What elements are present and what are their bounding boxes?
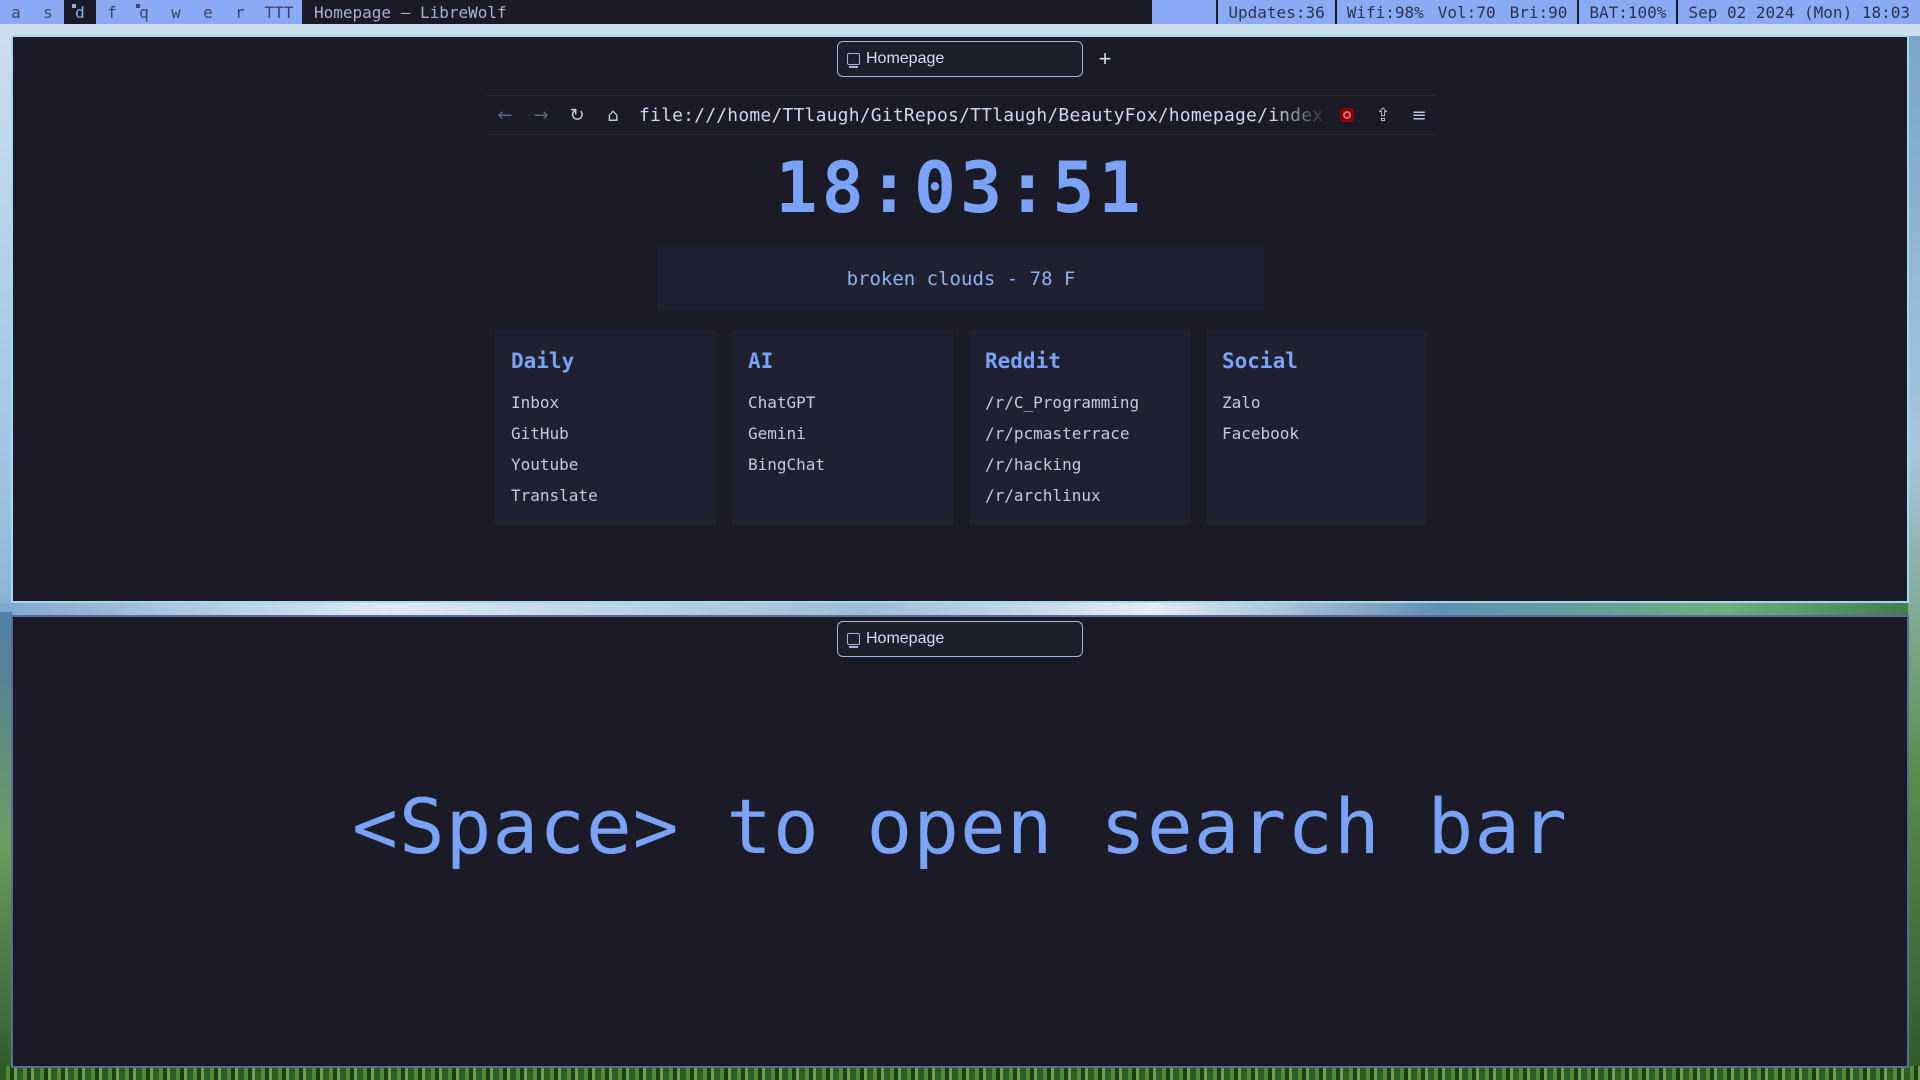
tab-strip-secondary: Homepage xyxy=(13,617,1907,661)
home-icon[interactable]: ⌂ xyxy=(595,97,631,133)
bookmark-link[interactable]: Facebook xyxy=(1222,418,1411,449)
tab-strip: Homepage + xyxy=(13,37,1907,81)
battery-module: BAT:100% xyxy=(1577,0,1676,24)
bookmark-link[interactable]: /r/pcmasterrace xyxy=(985,418,1174,449)
workspace-e[interactable]: e xyxy=(192,0,224,24)
wallpaper-grass xyxy=(0,1066,1920,1080)
bookmark-link[interactable]: Inbox xyxy=(511,387,700,418)
occupied-dot-icon xyxy=(136,4,140,8)
navigation-bar: ← → ↻ ⌂ file:///home/TTlaugh/GitRepos/TT… xyxy=(487,95,1437,135)
card-title: Daily xyxy=(511,349,575,373)
reload-icon[interactable]: ↻ xyxy=(559,97,595,133)
bookmark-cards: Daily Inbox GitHub Youtube Translate AI ChatGP… xyxy=(495,329,1427,525)
bookmark-link[interactable]: Zalo xyxy=(1222,387,1411,418)
status-modules: Updates:36 Wifi:98% Vol:70 Bri:90 BAT:10… xyxy=(1216,0,1920,24)
card-title: Reddit xyxy=(985,349,1061,373)
workspace-label: s xyxy=(43,2,53,22)
occupied-dot-icon xyxy=(72,4,76,8)
browser-window-main[interactable]: Homepage + ← → ↻ ⌂ file:///home/TTlaugh/… xyxy=(11,35,1909,603)
system-module[interactable]: Wifi:98% Vol:70 Bri:90 xyxy=(1334,0,1578,24)
tab-label: Homepage xyxy=(866,50,945,67)
extensions-icon[interactable]: ⇪ xyxy=(1365,97,1401,133)
page-icon xyxy=(847,53,860,68)
workspace-label: f xyxy=(107,2,117,22)
weather-widget: broken clouds - 78 F xyxy=(658,247,1264,311)
card-daily: Daily Inbox GitHub Youtube Translate xyxy=(495,329,716,525)
workspace-label: a xyxy=(11,2,21,22)
workspace-label: r xyxy=(235,2,245,22)
workspace-label: e xyxy=(203,2,213,22)
active-window-title: Homepage — LibreWolf xyxy=(302,0,1152,24)
wifi-label: Wifi:98% xyxy=(1346,2,1424,22)
workspace-q[interactable]: q xyxy=(128,0,160,24)
bookmark-link[interactable]: /r/archlinux xyxy=(985,480,1174,511)
bookmark-link[interactable]: /r/hacking xyxy=(985,449,1174,480)
tab-homepage-secondary[interactable]: Homepage xyxy=(837,621,1083,657)
tab-label: Homepage xyxy=(866,630,945,647)
clock-display: 18:03:51 xyxy=(775,147,1145,229)
workspace-f[interactable]: f xyxy=(96,0,128,24)
workspace-a[interactable]: a xyxy=(0,0,32,24)
status-bar: a s d f q w e r TTT Homepage — LibreWolf Updates… xyxy=(0,0,1920,24)
bookmark-link[interactable]: /r/C_Programming xyxy=(985,387,1174,418)
workspace-w[interactable]: w xyxy=(160,0,192,24)
workspace-list: a s d f q w e r TTT xyxy=(0,0,302,24)
workspace-label: d xyxy=(75,2,85,22)
datetime-label: Sep 02 2024 (Mon) 18:03 xyxy=(1688,2,1910,22)
workspace-label: q xyxy=(139,2,149,22)
wallpaper-right xyxy=(1908,36,1920,1080)
updates-module[interactable]: Updates:36 xyxy=(1216,0,1334,24)
new-tab-button[interactable]: + xyxy=(1083,41,1127,77)
url-bar[interactable]: file:///home/TTlaugh/GitRepos/TTlaugh/Be… xyxy=(631,105,1329,126)
ublock-icon[interactable] xyxy=(1340,108,1354,122)
clock-module[interactable]: Sep 02 2024 (Mon) 18:03 xyxy=(1676,0,1920,24)
menu-icon[interactable]: ≡ xyxy=(1401,97,1437,133)
page-icon xyxy=(847,633,860,648)
bookmark-link[interactable]: GitHub xyxy=(511,418,700,449)
bookmark-link[interactable]: Youtube xyxy=(511,449,700,480)
volume-label: Vol:70 xyxy=(1437,2,1496,22)
search-hint-text: <Space> to open search bar xyxy=(352,782,1568,871)
bookmark-link[interactable]: BingChat xyxy=(748,449,937,480)
updates-label: Updates:36 xyxy=(1228,2,1325,22)
workspace-ttt[interactable]: TTT xyxy=(256,0,302,24)
card-title: Social xyxy=(1222,349,1298,373)
card-reddit: Reddit/r/C_Programming/r/pcmasterrace/r/… xyxy=(969,329,1190,525)
workspace-s[interactable]: s xyxy=(32,0,64,24)
wallpaper-strip xyxy=(0,603,1920,615)
workspace-r[interactable]: r xyxy=(224,0,256,24)
workspace-label: TTT xyxy=(264,2,294,22)
workspace-d[interactable]: d xyxy=(64,0,96,24)
tab-homepage[interactable]: Homepage xyxy=(837,41,1083,77)
bookmark-link[interactable]: Gemini xyxy=(748,418,937,449)
card-ai: AI ChatGPT Gemini BingChat xyxy=(732,329,953,525)
back-icon[interactable]: ← xyxy=(487,97,523,133)
card-title: AI xyxy=(748,349,774,373)
forward-icon[interactable]: → xyxy=(523,97,559,133)
bookmark-link[interactable]: Translate xyxy=(511,480,700,511)
workspace-label: w xyxy=(171,2,181,22)
card-social: Social Zalo Facebook xyxy=(1206,329,1427,525)
battery-label: BAT:100% xyxy=(1589,2,1667,22)
bookmark-link[interactable]: ChatGPT xyxy=(748,387,937,418)
brightness-label: Bri:90 xyxy=(1509,2,1568,22)
browser-window-secondary[interactable]: Homepage <Space> to open search bar xyxy=(11,615,1909,1068)
